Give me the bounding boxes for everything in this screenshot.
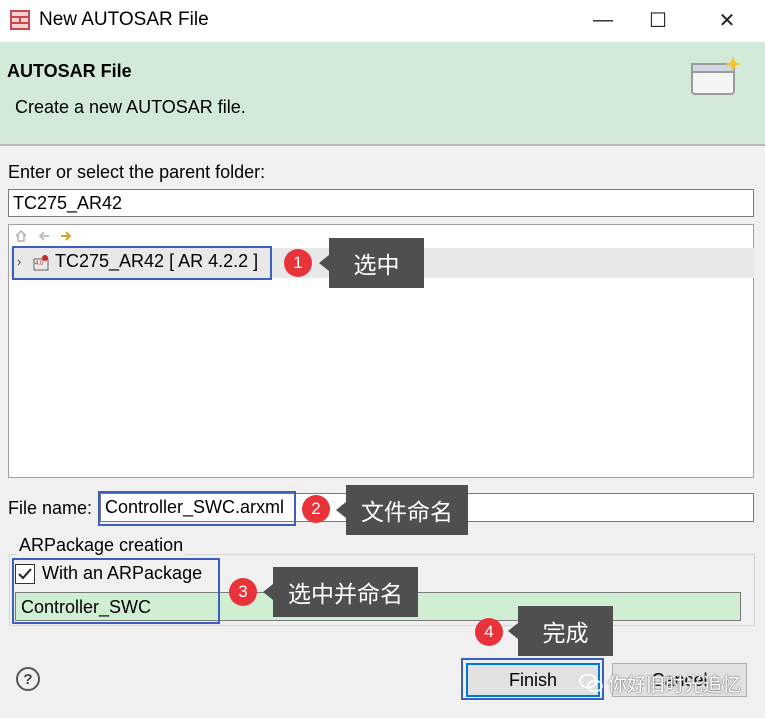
callout-3: 选中并命名 [263, 567, 418, 617]
banner-description: Create a new AUTOSAR file. [15, 97, 246, 117]
step-badge-4: 4 [475, 618, 503, 646]
step-badge-3: 3 [229, 578, 257, 606]
step-badge-1: 1 [284, 249, 312, 277]
autosar-app-icon [10, 10, 30, 30]
window-title: New AUTOSAR File [39, 9, 209, 30]
help-icon[interactable]: ? [16, 667, 40, 691]
highlight-box-3 [12, 558, 220, 624]
callout-2: 文件命名 [336, 485, 468, 535]
back-arrow-icon[interactable] [37, 229, 51, 243]
watermark-text: 你好旧时光追忆 [608, 675, 742, 696]
highlight-box-1 [12, 246, 272, 280]
forward-arrow-icon[interactable] [59, 229, 73, 243]
close-button[interactable]: ✕ [703, 0, 751, 40]
maximize-button[interactable]: ☐ [634, 0, 682, 40]
home-icon[interactable] [14, 229, 28, 243]
arpackage-group-label: ARPackage creation [17, 535, 186, 556]
callout-1: 选中 [319, 238, 424, 288]
new-file-wizard-icon [691, 56, 741, 95]
title-bar: New AUTOSAR File — ☐ ✕ [0, 0, 765, 42]
banner-title: AUTOSAR File [7, 61, 132, 81]
parent-folder-label: Enter or select the parent folder: [8, 162, 266, 182]
wizard-banner: AUTOSAR File Create a new AUTOSAR file. [0, 42, 765, 144]
wechat-logo-icon [579, 673, 603, 693]
step-badge-2: 2 [302, 495, 330, 523]
callout-4: 完成 [508, 606, 613, 656]
parent-folder-input[interactable]: TC275_AR42 [8, 189, 754, 217]
highlight-box-2 [98, 491, 296, 526]
minimize-button[interactable]: — [579, 0, 627, 40]
file-name-label: File name: [8, 498, 93, 518]
